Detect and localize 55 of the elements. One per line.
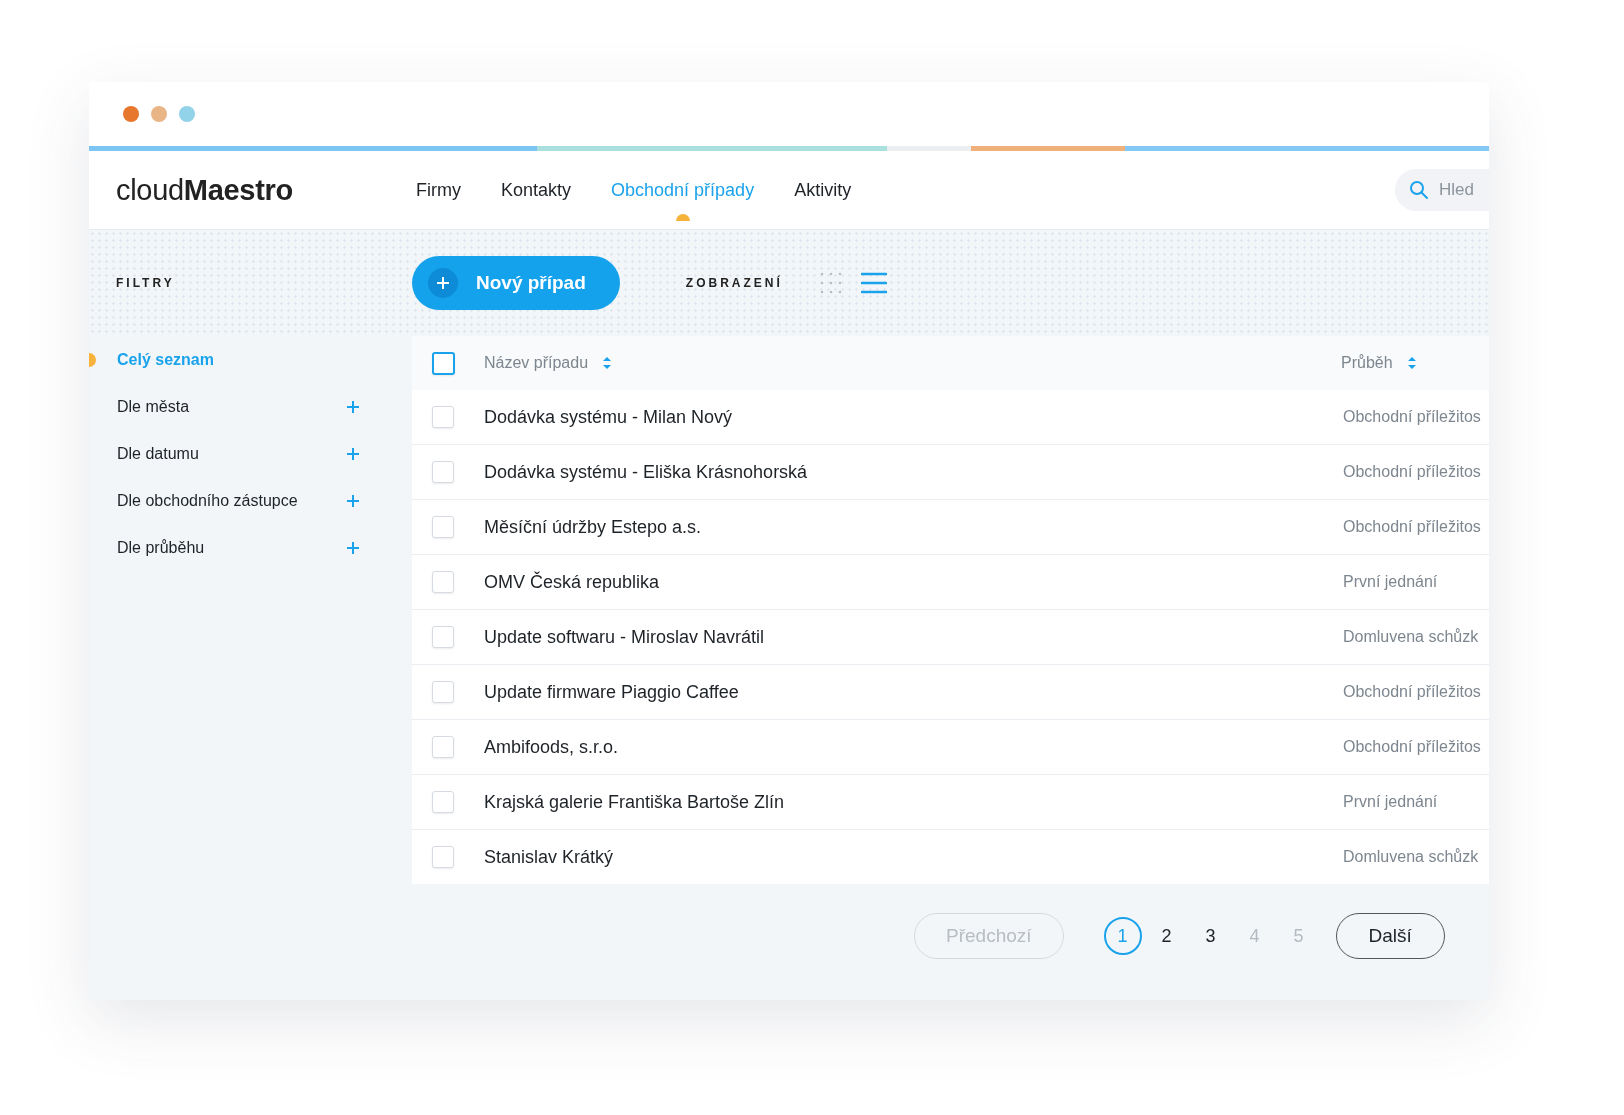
column-header[interactable]: Průběh [1341, 354, 1393, 372]
case-name[interactable]: Update softwaru - Miroslav Navrátil [454, 626, 1341, 648]
progress-status: Obchodní příležitos [1342, 738, 1482, 756]
progress-status: Obchodní příležitos [1342, 463, 1482, 481]
row-checkbox[interactable] [432, 736, 454, 758]
window-control[interactable] [179, 106, 195, 122]
filters-title: FILTRY [116, 276, 175, 290]
row-checkbox[interactable] [432, 681, 454, 703]
row-checkbox[interactable] [432, 571, 454, 593]
progress-status: Domluvena schůzk [1342, 848, 1480, 866]
case-name[interactable]: OMV Česká republika [454, 571, 1341, 593]
page-number[interactable]: 3 [1191, 917, 1230, 955]
row-checkbox[interactable] [432, 516, 454, 538]
window-control[interactable] [123, 106, 139, 122]
plus-icon [346, 446, 360, 461]
sort-icon [602, 356, 613, 370]
case-name[interactable]: Dodávka systému - Eliška Krásnohorská [454, 461, 1341, 483]
case-name[interactable]: Ambifoods, s.r.o. [454, 736, 1341, 758]
list-view-icon[interactable] [860, 271, 887, 295]
filter-item[interactable]: Dle města [89, 383, 412, 430]
case-name[interactable]: Update firmware Piaggio Caffee [454, 681, 1341, 703]
row-checkbox[interactable] [432, 626, 454, 648]
search-field[interactable]: Hled [1395, 169, 1489, 211]
plus-icon [346, 399, 360, 414]
case-name[interactable]: Dodávka systému - Milan Nový [454, 406, 1341, 428]
plus-icon [346, 493, 360, 508]
row-checkbox[interactable] [432, 406, 454, 428]
page-number[interactable]: 2 [1147, 917, 1186, 955]
progress-status: Obchodní příležitos [1342, 518, 1482, 536]
nav-link[interactable]: Kontakty [501, 179, 572, 200]
case-name[interactable]: Měsíční údržby Estepo a.s. [454, 516, 1341, 538]
nav-link[interactable]: Aktivity [794, 179, 852, 200]
progress-status: První jednání [1342, 793, 1439, 811]
filter-item[interactable]: Dle datumu [89, 430, 412, 477]
progress-status: Domluvena schůzk [1342, 628, 1480, 646]
column-header[interactable]: Název případu [484, 354, 589, 372]
progress-status: Obchodní příležitos [1342, 408, 1482, 426]
select-all-checkbox[interactable] [432, 351, 455, 375]
case-name[interactable]: Stanislav Krátký [454, 846, 1341, 868]
progress-status: První jednání [1342, 573, 1439, 591]
nav-link[interactable]: Firmy [416, 179, 461, 200]
plus-icon [346, 540, 360, 555]
filter-item[interactable]: Dle průběhu [89, 524, 412, 571]
filter-item[interactable]: Dle obchodního zástupce [89, 477, 412, 524]
plus-icon [436, 276, 450, 290]
row-checkbox[interactable] [432, 846, 454, 868]
sort-icon [1406, 356, 1417, 370]
row-checkbox[interactable] [432, 461, 454, 483]
row-checkbox[interactable] [432, 791, 454, 813]
view-label: ZOBRAZENÍ [685, 276, 783, 290]
case-name[interactable]: Krajská galerie Františka Bartoše Zlín [454, 791, 1341, 813]
app-logo: cloudMaestro [116, 173, 294, 207]
window-control[interactable] [151, 106, 167, 122]
active-indicator [675, 213, 690, 221]
progress-status: Obchodní příležitos [1342, 683, 1482, 701]
